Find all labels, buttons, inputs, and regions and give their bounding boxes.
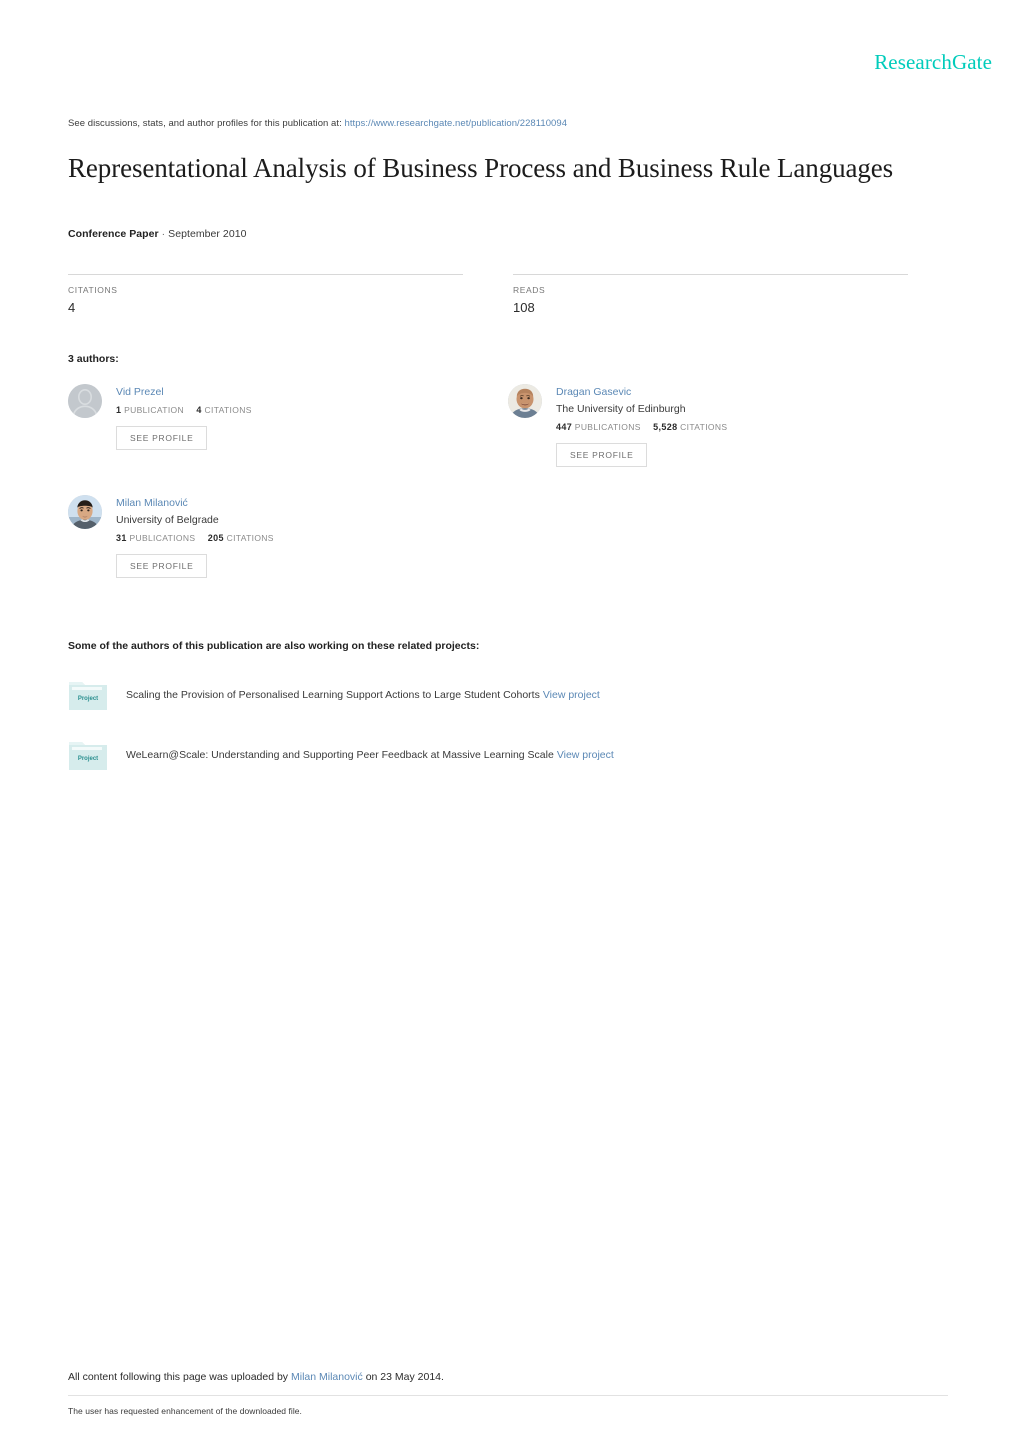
view-project-link[interactable]: View project bbox=[543, 689, 600, 701]
author-info: Dragan Gasevic The University of Edinbur… bbox=[556, 384, 727, 467]
author-affiliation: The University of Edinburgh bbox=[556, 403, 686, 416]
author-row: Vid Prezel 1 PUBLICATION 4 CITATIONS SEE… bbox=[68, 383, 948, 467]
project-item[interactable]: Project WeLearn@Scale: Understanding and… bbox=[68, 738, 948, 772]
author-citation-count: 205 bbox=[207, 533, 224, 544]
author-info: Milan Milanović University of Belgrade 3… bbox=[116, 495, 274, 578]
author-publications-word: PUBLICATION bbox=[124, 405, 184, 416]
author-name-link[interactable]: Dragan Gasevic bbox=[556, 385, 727, 400]
page-title: Representational Analysis of Business Pr… bbox=[68, 153, 894, 184]
researchgate-brand: ResearchGate bbox=[874, 52, 992, 73]
see-profile-button[interactable]: SEE PROFILE bbox=[116, 426, 208, 450]
author-info: Vid Prezel 1 PUBLICATION 4 CITATIONS SEE… bbox=[116, 384, 252, 450]
view-project-link[interactable]: View project bbox=[557, 749, 614, 761]
author-stats: 447 PUBLICATIONS 5,528 CITATIONS bbox=[556, 422, 727, 432]
author-citation-count: 4 bbox=[196, 405, 202, 416]
author-citations-word: CITATIONS bbox=[226, 533, 274, 544]
author-citations-word: CITATIONS bbox=[204, 405, 252, 416]
project-item[interactable]: Project Scaling the Provision of Persona… bbox=[68, 678, 948, 712]
author-card-dragan-gasevic: Dragan Gasevic The University of Edinbur… bbox=[508, 383, 948, 467]
footer-uploader-link[interactable]: Milan Milanović bbox=[291, 1371, 363, 1383]
project-title: Scaling the Provision of Personalised Le… bbox=[126, 688, 540, 701]
footer-upload-suffix: on 23 May 2014. bbox=[365, 1371, 444, 1383]
project-text: WeLearn@Scale: Understanding and Support… bbox=[126, 748, 614, 763]
page-footer: All content following this page was uplo… bbox=[68, 1371, 948, 1416]
publication-separator: · bbox=[161, 227, 166, 240]
footer-note: The user has requested enhancement of th… bbox=[68, 1406, 302, 1416]
researchgate-logo[interactable]: ResearchGate bbox=[874, 52, 992, 73]
publication-url-link[interactable]: https://www.researchgate.net/publication… bbox=[344, 118, 567, 129]
metrics-row: CITATIONS 4 READS 108 bbox=[68, 273, 908, 315]
author-publication-count: 447 bbox=[556, 422, 573, 433]
metric-divider bbox=[513, 273, 908, 275]
author-publications-word: PUBLICATIONS bbox=[574, 422, 641, 433]
author-row: Milan Milanović University of Belgrade 3… bbox=[68, 494, 948, 578]
publication-type-line: Conference Paper · September 2010 bbox=[68, 228, 948, 240]
metric-value-reads: 108 bbox=[513, 299, 535, 315]
svg-text:Project: Project bbox=[78, 696, 98, 702]
author-affiliation: University of Belgrade bbox=[116, 514, 219, 527]
project-folder-icon: Project bbox=[68, 738, 108, 772]
discussion-prefix-text: See discussions, stats, and author profi… bbox=[68, 118, 342, 129]
see-profile-button[interactable]: SEE PROFILE bbox=[116, 554, 208, 578]
author-publication-count: 1 bbox=[116, 405, 122, 416]
metric-value-citations: 4 bbox=[68, 299, 76, 315]
authors-grid: Vid Prezel 1 PUBLICATION 4 CITATIONS SEE… bbox=[68, 383, 948, 578]
related-projects-heading: Some of the authors of this publication … bbox=[68, 639, 480, 652]
publication-date: September 2010 bbox=[168, 227, 247, 240]
footer-divider bbox=[68, 1395, 948, 1396]
author-name-link[interactable]: Milan Milanović bbox=[116, 496, 274, 511]
author-name-link[interactable]: Vid Prezel bbox=[116, 385, 252, 400]
metric-label-citations: CITATIONS bbox=[68, 284, 118, 295]
footer-upload-prefix: All content following this page was uplo… bbox=[68, 1371, 289, 1383]
metric-label-reads: READS bbox=[513, 284, 546, 295]
svg-text:Project: Project bbox=[78, 756, 98, 762]
author-card-milan-milanovic: Milan Milanović University of Belgrade 3… bbox=[68, 494, 508, 578]
page-content: See discussions, stats, and author profi… bbox=[68, 118, 948, 772]
author-publication-count: 31 bbox=[116, 533, 127, 544]
author-publications-word: PUBLICATIONS bbox=[129, 533, 196, 544]
see-profile-button[interactable]: SEE PROFILE bbox=[556, 443, 648, 467]
footer-upload-line: All content following this page was uplo… bbox=[68, 1371, 948, 1383]
publication-type: Conference Paper bbox=[68, 227, 159, 240]
author-citations-word: CITATIONS bbox=[680, 422, 728, 433]
author-stats: 31 PUBLICATIONS 205 CITATIONS bbox=[116, 533, 274, 543]
author-card-vid-prezel: Vid Prezel 1 PUBLICATION 4 CITATIONS SEE… bbox=[68, 383, 508, 467]
avatar-photo bbox=[68, 494, 102, 529]
project-folder-icon: Project bbox=[68, 678, 108, 712]
metric-reads: READS 108 bbox=[513, 273, 908, 315]
discussion-line: See discussions, stats, and author profi… bbox=[68, 118, 948, 130]
project-text: Scaling the Provision of Personalised Le… bbox=[126, 688, 600, 703]
avatar-photo bbox=[508, 383, 542, 418]
project-title: WeLearn@Scale: Understanding and Support… bbox=[126, 748, 554, 761]
metric-divider bbox=[68, 273, 463, 275]
metric-citations: CITATIONS 4 bbox=[68, 273, 463, 315]
authors-heading: 3 authors: bbox=[68, 352, 119, 365]
author-citation-count: 5,528 bbox=[653, 422, 678, 433]
avatar-placeholder-icon bbox=[68, 383, 102, 418]
researchgate-publication-page: ResearchGate See discussions, stats, and… bbox=[0, 0, 1020, 1441]
author-stats: 1 PUBLICATION 4 CITATIONS bbox=[116, 405, 252, 415]
